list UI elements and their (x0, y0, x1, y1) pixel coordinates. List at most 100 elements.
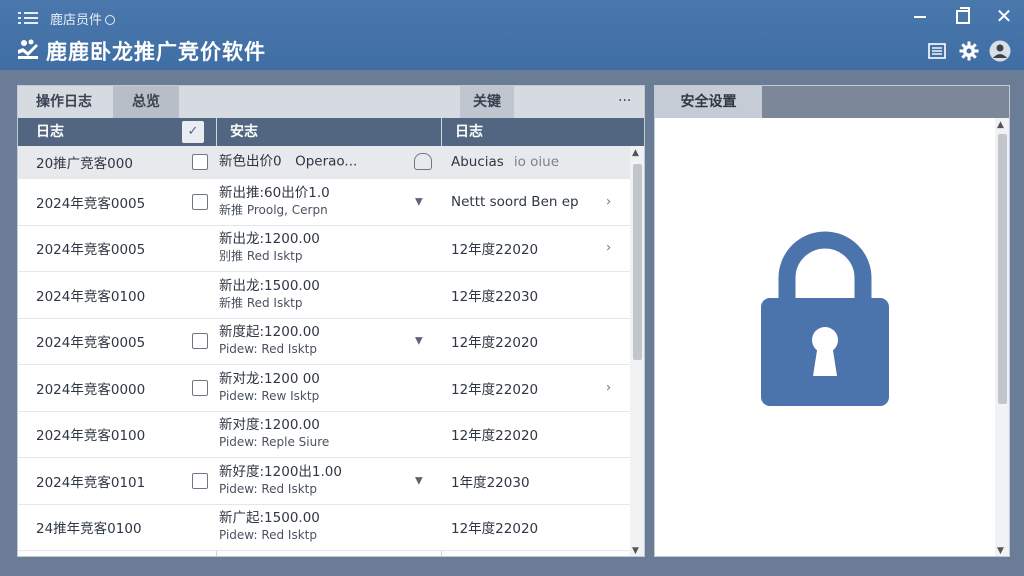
menu-icon[interactable] (18, 9, 38, 25)
settings-scrollbar[interactable]: ▲ ▼ (995, 118, 1009, 556)
row-detail-line1: 新好度:1200出1.00 (219, 463, 342, 480)
chevron-right-icon[interactable]: › (606, 380, 611, 395)
row-log-id: 2024年竞客0005 (36, 335, 146, 352)
row-checkbox[interactable] (192, 333, 208, 350)
table-row[interactable]: 24推年竞客0100 新广起:1500.00 Pidew: Red Isktp 12年… (18, 504, 630, 551)
row-detail: 新出龙:1500.00 新推 Red Isktp (219, 278, 320, 312)
window-caption: 鹿店员件 (50, 9, 116, 28)
row-log-date-text: Abucias (451, 154, 504, 170)
row-log-id: 2024年竞客0100 (36, 288, 146, 305)
row-checkbox[interactable] (192, 379, 208, 396)
table-row[interactable]: 20推广竞客000 新色出价0 Operao... Abucias io oiue (18, 146, 630, 179)
row-detail: 新广起:1500.00 Pidew: Red Isktp (219, 510, 320, 544)
row-detail: 新对度:1200.00 Pidew: Reple Siure (219, 417, 329, 451)
table-row[interactable]: 2024年竞客0101 新好度:1200出1.00 Pidew: Red Isktp… (18, 458, 630, 505)
row-detail-line2: 新推 Proolg, Cerpn (219, 202, 328, 217)
row-log-id: 2024年竞客0005 (36, 242, 146, 259)
row-log-date: 12年度22020 (451, 331, 538, 351)
select-all-checkbox[interactable]: ✓ (182, 121, 204, 143)
maximize-button[interactable] (952, 6, 976, 26)
row-log-date-text: 12年度22020 (451, 381, 539, 398)
row-log-date: 1年度22030 (451, 471, 530, 491)
chevron-right-icon[interactable]: › (606, 241, 611, 256)
row-detail: 新对龙:1200 00 Pidew: Rew Isktp (219, 371, 320, 405)
tab-keywords[interactable]: 关键 (460, 86, 514, 118)
row-log-date-text: 1年度22030 (451, 474, 530, 491)
row-log-id: 20推广竞客000 (36, 156, 133, 172)
chevron-right-icon[interactable]: › (606, 194, 611, 209)
row-log-id: 2024年竞客0000 (36, 381, 146, 398)
scroll-up-icon[interactable]: ▲ (997, 120, 1004, 130)
scrollbar-thumb[interactable] (998, 134, 1007, 404)
row-log-sub: io oiue (513, 154, 560, 170)
tab-overview[interactable]: 总览 (113, 86, 179, 118)
left-tab-bar: 操作日志 总览 关键 ··· (18, 86, 644, 118)
table-row[interactable]: 2024年竞客0005 新出推:60出价1.0 新推 Proolg, Cerpn ▼ N… (18, 179, 630, 226)
row-detail-line2: Pidew: Reple Siure (219, 435, 330, 450)
dropdown-caret-icon[interactable]: ▼ (415, 196, 423, 207)
row-log-date: 12年度22020 (451, 424, 538, 444)
row-log-date: Abucias io oiue (451, 154, 559, 170)
row-log-date-text: 12年度22020 (451, 521, 539, 538)
row-detail-line1: 新广起:1500.00 (219, 510, 320, 527)
scroll-up-icon[interactable]: ▲ (632, 148, 639, 158)
row-detail-line1: 新对度:1200.00 (219, 417, 320, 434)
row-log-date-text: 12年度22030 (451, 288, 539, 305)
table-scrollbar[interactable]: ▲ ▼ (630, 146, 644, 556)
table-header: 日志 ✓ 安志 日志 (18, 118, 644, 146)
tab-operation-log[interactable]: 操作日志 (24, 86, 104, 118)
dropdown-caret-icon[interactable]: ▼ (415, 475, 423, 486)
lock-icon (761, 231, 889, 406)
column-header-log-2[interactable]: 日志 (455, 118, 483, 146)
row-detail: 新好度:1200出1.00 Pidew: Red Isktp (219, 464, 342, 498)
row-detail: 新出龙:1200.00 别推 Red Isktp (219, 231, 320, 265)
row-checkbox[interactable] (192, 154, 208, 170)
row-log-date-text: 12年度22020 (451, 335, 539, 352)
tab-security-settings[interactable]: 安全设置 (655, 86, 762, 118)
status-dot-icon (105, 15, 116, 25)
row-log-date-text: 12年度22020 (451, 242, 539, 259)
row-log-date: 12年度22020 (451, 378, 538, 398)
row-detail-line1: 新对龙:1200 00 (219, 370, 320, 387)
row-detail-line1: 新出推:60出价1.0 (219, 184, 330, 201)
row-log-date: Nettt soord Ben ep (451, 194, 579, 210)
scroll-down-icon[interactable]: ▼ (632, 546, 639, 556)
list-icon[interactable] (926, 40, 948, 62)
dropdown-caret-icon[interactable]: ▼ (415, 336, 423, 347)
scrollbar-thumb[interactable] (633, 164, 642, 360)
table-row[interactable]: 2024年竞客0000 新对龙:1200 00 Pidew: Rew Isktp 12… (18, 365, 630, 412)
minimize-button[interactable] (910, 6, 934, 26)
row-detail-line1: 新色出价0 Operao... (219, 153, 358, 170)
row-detail: 新出推:60出价1.0 新推 Proolg, Cerpn (219, 185, 330, 219)
row-log-date: 12年度22020 (451, 517, 538, 537)
row-detail-line2: Pidew: Rew Isktp (219, 388, 320, 403)
gear-icon[interactable] (958, 40, 980, 62)
row-checkbox[interactable] (192, 193, 208, 210)
table-row[interactable]: 2024年竞客0100 新对度:1200.00 Pidew: Reple Siure… (18, 411, 630, 458)
column-header-log[interactable]: 日志 (36, 118, 64, 146)
table-row[interactable]: 2024年竞客0005 新出龙:1200.00 别推 Red Isktp 12年度22… (18, 225, 630, 272)
row-detail-line2: Pidew: Red Isktp (219, 342, 317, 357)
table-row[interactable]: 2024年竞客0100 新出龙:1500.00 新推 Red Isktp 12年度22… (18, 272, 630, 319)
close-button[interactable]: ✕ (992, 6, 1016, 26)
table-row[interactable]: 2024年竞客0005 新度起:1200.00 Pidew: Red Isktp ▼ 1… (18, 318, 630, 365)
column-header-security[interactable]: 安志 (230, 118, 258, 146)
more-options-button[interactable]: ··· (618, 86, 631, 116)
log-table-panel: 操作日志 总览 关键 ··· 日志 ✓ 安志 日志 20推广竞客000 新色出价0… (17, 85, 645, 557)
row-log-id: 24推年竞客0100 (36, 521, 142, 538)
row-checkbox[interactable] (192, 472, 208, 489)
title-bar: 鹿店员件 ✕ 鹿鹿卧龙推广竞价软件 (0, 0, 1024, 70)
row-detail-line2: 别推 Red Isktp (219, 249, 303, 264)
app-title: 鹿鹿卧龙推广竞价软件 (46, 40, 266, 64)
scroll-down-icon[interactable]: ▼ (997, 546, 1004, 556)
right-tab-bar: 安全设置 (655, 86, 1009, 118)
app-logo-icon (18, 39, 38, 59)
user-avatar-icon[interactable] (989, 40, 1011, 62)
window-caption-text: 鹿店员件 (50, 13, 103, 28)
small-lock-icon (414, 153, 432, 170)
row-log-date-text: Nettt soord Ben ep (451, 193, 579, 210)
row-log-date: 12年度22030 (451, 285, 538, 305)
row-detail-line1: 新度起:1200.00 (219, 324, 320, 341)
row-detail-line1: 新出龙:1200.00 (219, 231, 320, 248)
security-settings-panel: 安全设置 ▲ ▼ (654, 85, 1010, 557)
